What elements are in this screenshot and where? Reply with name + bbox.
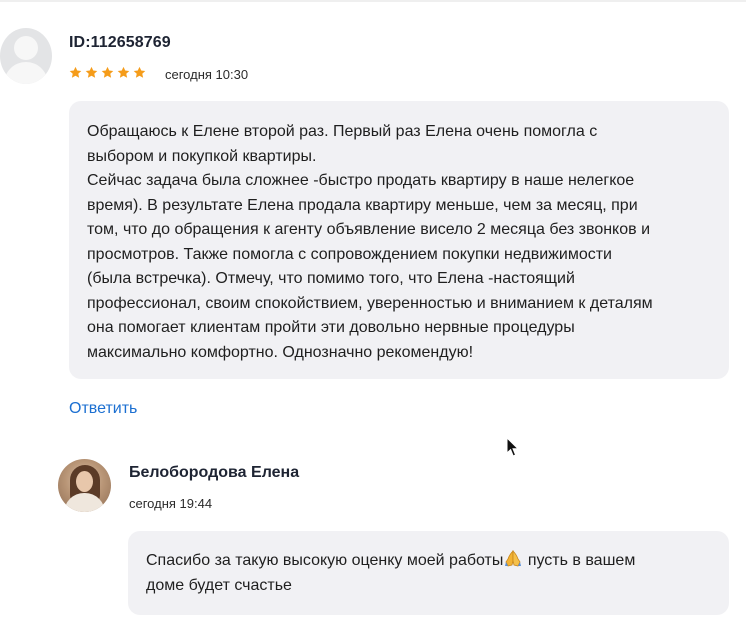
reply-text-part1: Спасибо за такую высокую оценку моей раб… [146,552,504,569]
star-icon [133,66,146,79]
folded-hands-icon [505,550,522,567]
agent-avatar [58,459,111,512]
star-icon [85,66,98,79]
review-text: Обращаюсь к Елене второй раз. Первый раз… [69,101,729,379]
review-author-id: ID:112658769 [69,34,171,51]
reply-author-name: Белобородова Елена [129,464,300,481]
top-divider [0,0,746,2]
reply-text: Спасибо за такую высокую оценку моей раб… [128,531,729,615]
star-icon [69,66,82,79]
mouse-cursor-icon [506,437,520,457]
reply-link[interactable]: Ответить [69,400,137,418]
star-icon [101,66,114,79]
star-icon [117,66,130,79]
review-date: сегодня 10:30 [165,67,249,82]
anonymous-avatar [0,28,52,84]
rating-stars [69,66,146,79]
reply-date: сегодня 19:44 [129,496,213,511]
